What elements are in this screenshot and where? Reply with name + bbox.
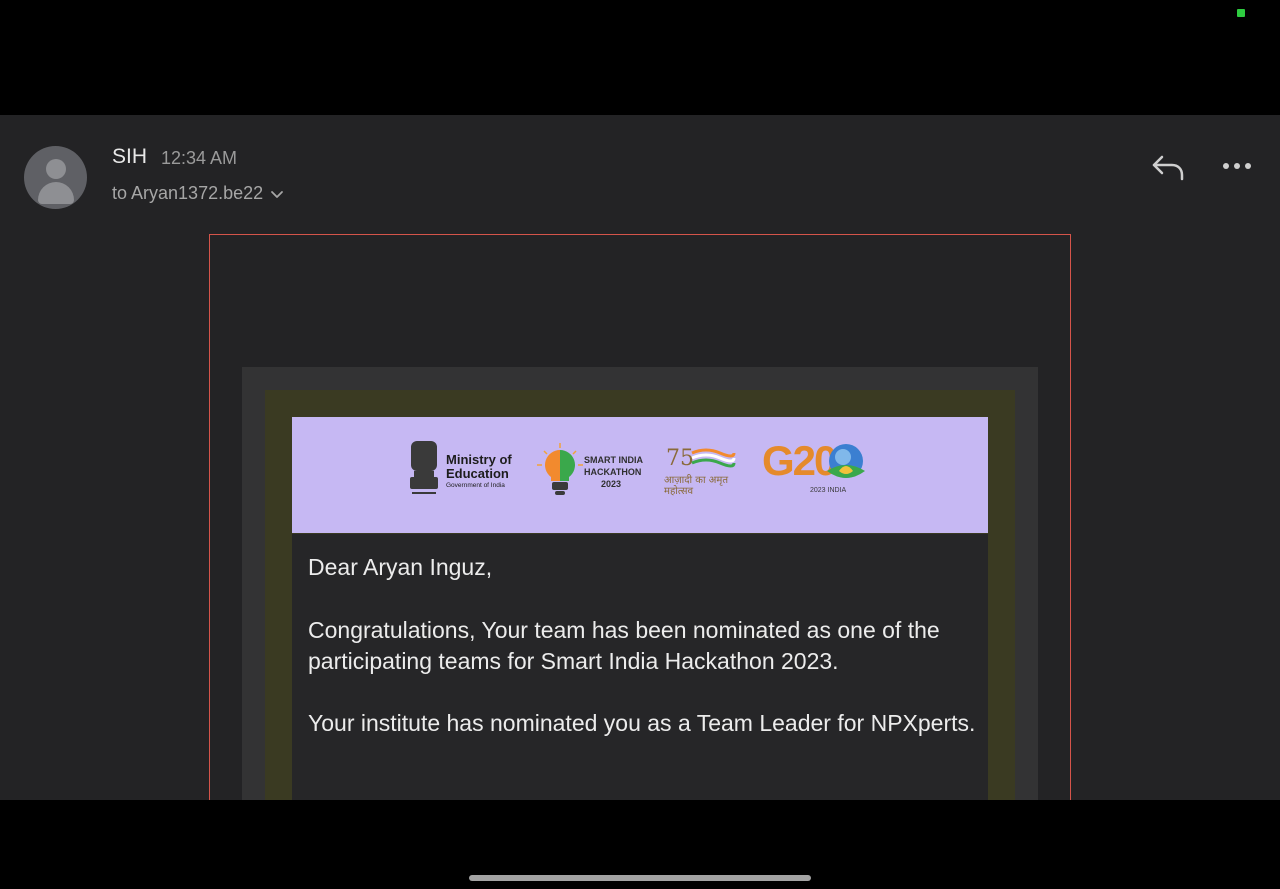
recipient-text: to Aryan1372.be22 (112, 183, 264, 203)
reply-icon[interactable] (1148, 151, 1188, 183)
email-time: 12:34 AM (161, 148, 238, 168)
home-indicator[interactable] (469, 875, 811, 881)
congrats-paragraph: Congratulations, Your team has been nomi… (308, 617, 940, 674)
g20-subtitle: 2023 INDIA (810, 487, 847, 494)
avatar-head (46, 159, 66, 179)
azadi-text: आज़ादी का अमृत महोत्सव (664, 475, 729, 497)
more-options-icon[interactable] (1218, 153, 1256, 179)
moe-title: Ministry of Education (446, 452, 512, 481)
azadi-flag-icon: 75 (666, 446, 736, 471)
sender-name: SIH (112, 145, 148, 168)
g20-lotus-globe-icon (827, 444, 865, 478)
nomination-paragraph: Your institute has nominated you as a Te… (308, 710, 976, 736)
national-emblem-icon (410, 441, 438, 494)
sih-line1: SMART INDIA (584, 455, 643, 465)
avatar-body (38, 182, 74, 204)
svg-text:75: 75 (666, 446, 694, 471)
avatar[interactable] (24, 146, 87, 209)
sih-bulb-icon (537, 443, 583, 495)
sih-line2: HACKATHON (584, 467, 642, 477)
chevron-down-icon (271, 190, 284, 198)
battery-icon (1237, 9, 1245, 17)
logo-banner: Ministry of Education Government of Indi… (292, 417, 988, 533)
greeting-text: Dear Aryan Inguz, (308, 554, 493, 580)
moe-subtitle: Government of India (446, 482, 505, 489)
email-view[interactable]: SIH 12:34 AM to Aryan1372.be22 Ministry … (0, 115, 1280, 800)
sih-line3: 2023 (601, 479, 622, 489)
recipient-toggle[interactable]: to Aryan1372.be22 (112, 183, 285, 204)
status-bar (0, 0, 1280, 115)
